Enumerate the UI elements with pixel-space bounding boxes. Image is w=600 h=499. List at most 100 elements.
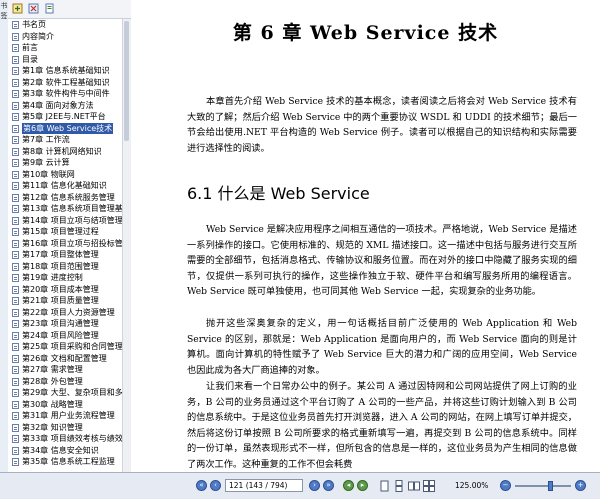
new-bookmark-icon[interactable] <box>44 3 55 14</box>
bookmark-page-icon <box>12 423 19 432</box>
delete-bookmark-icon[interactable] <box>28 3 39 14</box>
bookmark-page-icon <box>12 308 19 317</box>
bookmark-page-icon <box>12 331 19 340</box>
next-page-button[interactable]: › <box>309 480 320 491</box>
bookmark-item[interactable]: 第6章 Web Service技术 <box>8 122 123 134</box>
bookmarks-panel: 书名页 内容简介 前言目录 第1章 信息系统基础知识 第2章 软件工程基础知识 第3章 软… <box>8 0 132 472</box>
zoom-out-button[interactable]: − <box>500 480 511 491</box>
bookmark-item[interactable]: 第14章 项目立项与结项管理 <box>8 215 123 227</box>
page-indicator: 121 (143 / 794) <box>229 481 288 490</box>
go-back-button[interactable]: ◂ <box>343 480 354 491</box>
bookmark-page-icon <box>12 389 19 397</box>
bookmark-item[interactable]: 第25章 项目采购和合同管理 <box>8 341 123 353</box>
bookmark-item[interactable]: 第26章 文档和配置管理 <box>8 353 123 365</box>
bookmark-label: 第29章 大型、复杂项目和多项目管理 <box>22 388 131 397</box>
bookmark-page-icon <box>12 216 19 225</box>
zoom-level[interactable]: 125.00% <box>455 479 497 492</box>
bookmark-item[interactable]: 第17章 项目整体管理 <box>8 249 123 261</box>
bookmark-label: 第4章 面向对象方法 <box>22 100 94 110</box>
bookmark-item[interactable]: 第31章 用户业务流程管理 <box>8 410 123 422</box>
bookmark-label: 第16章 项目立项与招投标管理 <box>22 238 131 248</box>
zoom-in-button[interactable]: + <box>575 480 586 491</box>
bookmark-item[interactable]: 第11章 信息化基础知识 <box>8 180 123 192</box>
bookmark-item[interactable]: 第23章 项目沟通管理 <box>8 318 123 330</box>
bookmark-item[interactable]: 第12章 信息系统服务管理 <box>8 192 123 204</box>
bookmark-page-icon <box>12 446 19 455</box>
bookmarks-tab-char-2: 签 <box>0 12 8 20</box>
bookmark-item[interactable]: 第22章 项目人力资源管理 <box>8 307 123 319</box>
bookmarks-tab-char-1: 书 <box>0 2 8 10</box>
bookmark-page-icon <box>12 228 19 236</box>
bookmark-page-icon <box>12 435 19 443</box>
bookmark-item[interactable]: 目录 <box>8 54 123 66</box>
continuous-facing-icon[interactable] <box>423 480 435 492</box>
bookmark-item[interactable]: 第4章 面向对象方法 <box>8 100 123 112</box>
continuous-page-icon[interactable] <box>393 480 405 492</box>
bookmark-label: 第21章 项目质量管理 <box>22 296 99 305</box>
bookmark-item[interactable]: 内容简介 <box>8 31 123 43</box>
single-page-icon[interactable] <box>378 480 390 492</box>
zoom-slider[interactable] <box>515 485 571 487</box>
first-page-button[interactable]: « <box>196 480 207 491</box>
body-paragraph-3: 让我们来看一个日常办公中的例子。某公司 A 通过因特网和公司网站提供了网上订购的… <box>187 381 577 470</box>
bookmark-label: 第31章 用户业务流程管理 <box>22 411 115 420</box>
bookmark-item[interactable]: 第33章 项目绩效考核与绩效管理 <box>8 433 131 445</box>
bookmark-label: 第24章 项目风险管理 <box>22 330 99 340</box>
bookmark-page-icon <box>12 262 19 271</box>
facing-page-icon[interactable] <box>408 480 420 492</box>
bookmark-label: 第5章 J2EE与.NET平台 <box>22 112 106 121</box>
bookmark-page-icon <box>12 67 19 75</box>
bookmark-item[interactable]: 第32章 知识管理 <box>8 422 123 434</box>
bookmark-page-icon <box>12 193 19 202</box>
bookmarks-tab[interactable]: 书 <box>0 2 8 10</box>
bookmark-item[interactable]: 第27章 需求管理 <box>8 364 123 376</box>
bookmark-label: 第34章 信息安全知识 <box>22 445 99 455</box>
bookmark-page-icon <box>12 78 19 87</box>
zoom-slider-thumb[interactable] <box>548 481 553 491</box>
status-bar: « ‹ 121 (143 / 794) › » ◂ ▸ 125.00% − + <box>0 472 600 499</box>
bookmark-item[interactable]: 第35章 信息系统工程监理 <box>8 456 123 468</box>
bookmark-item[interactable]: 书名页 <box>8 19 123 31</box>
bookmark-page-icon <box>12 458 19 466</box>
bookmark-item[interactable]: 第13章 信息系统项目管理基础 <box>8 203 131 215</box>
bookmarks-scrollbar[interactable] <box>122 19 131 472</box>
bookmark-page-icon <box>12 147 19 156</box>
bookmark-item[interactable]: 第19章 进度控制 <box>8 272 123 284</box>
last-page-button[interactable]: » <box>323 480 334 491</box>
bookmark-item[interactable]: 第2章 软件工程基础知识 <box>8 77 123 89</box>
bookmark-item[interactable]: 第28章 外包管理 <box>8 376 123 388</box>
bookmark-item[interactable]: 第1章 信息系统基础知识 <box>8 65 123 77</box>
page-number-field[interactable]: 121 (143 / 794) <box>225 479 303 492</box>
bookmark-label: 第19章 进度控制 <box>22 273 83 282</box>
bookmark-item[interactable]: 前言 <box>8 42 123 54</box>
body-paragraph-1: Web Service 是解决应用程序之间相互通信的一项技术。严格地说，Web … <box>187 224 577 298</box>
bookmark-item[interactable]: 第34章 信息安全知识 <box>8 445 123 457</box>
bookmark-item[interactable]: 第24章 项目风险管理 <box>8 330 123 342</box>
bookmarks-scrollbar-thumb[interactable] <box>124 21 129 141</box>
bookmark-item[interactable]: 第20章 项目成本管理 <box>8 284 123 296</box>
bookmark-item[interactable]: 第29章 大型、复杂项目和多项目管理 <box>8 387 131 399</box>
bookmark-item[interactable]: 第8章 计算机网络知识 <box>8 146 123 158</box>
bookmark-item[interactable]: 第5章 J2EE与.NET平台 <box>8 111 123 123</box>
bookmark-item[interactable]: 第9章 云计算 <box>8 157 123 169</box>
expand-bookmark-icon[interactable] <box>12 3 23 14</box>
bookmarks-tab-2[interactable]: 签 <box>0 12 8 20</box>
bookmark-page-icon <box>12 113 19 121</box>
bookmark-item[interactable]: 第30章 战略管理 <box>8 399 123 411</box>
bookmark-item[interactable]: 第15章 项目管理过程 <box>8 226 123 238</box>
previous-page-button[interactable]: ‹ <box>210 480 221 491</box>
bookmark-page-icon <box>12 101 19 110</box>
bookmark-item[interactable]: 第21章 项目质量管理 <box>8 295 123 307</box>
bookmark-item[interactable]: 第18章 项目范围管理 <box>8 261 123 273</box>
last-page-icon: » <box>326 481 331 489</box>
bookmark-label: 第33章 项目绩效考核与绩效管理 <box>22 434 132 443</box>
bookmark-item[interactable]: 第3章 软件构件与中间件 <box>8 88 123 100</box>
bookmark-label: 前言 <box>22 43 38 52</box>
go-forward-button[interactable]: ▸ <box>357 480 368 491</box>
bookmark-item[interactable]: 第16章 项目立项与招投标管理 <box>8 238 131 250</box>
bookmark-label: 第7章 工作流 <box>22 135 70 144</box>
bookmark-item[interactable]: 第10章 物联网 <box>8 169 123 181</box>
bookmark-label: 第9章 云计算 <box>22 158 70 167</box>
bookmark-item[interactable]: 第7章 工作流 <box>8 134 123 146</box>
bookmark-label: 第28章 外包管理 <box>22 376 83 386</box>
